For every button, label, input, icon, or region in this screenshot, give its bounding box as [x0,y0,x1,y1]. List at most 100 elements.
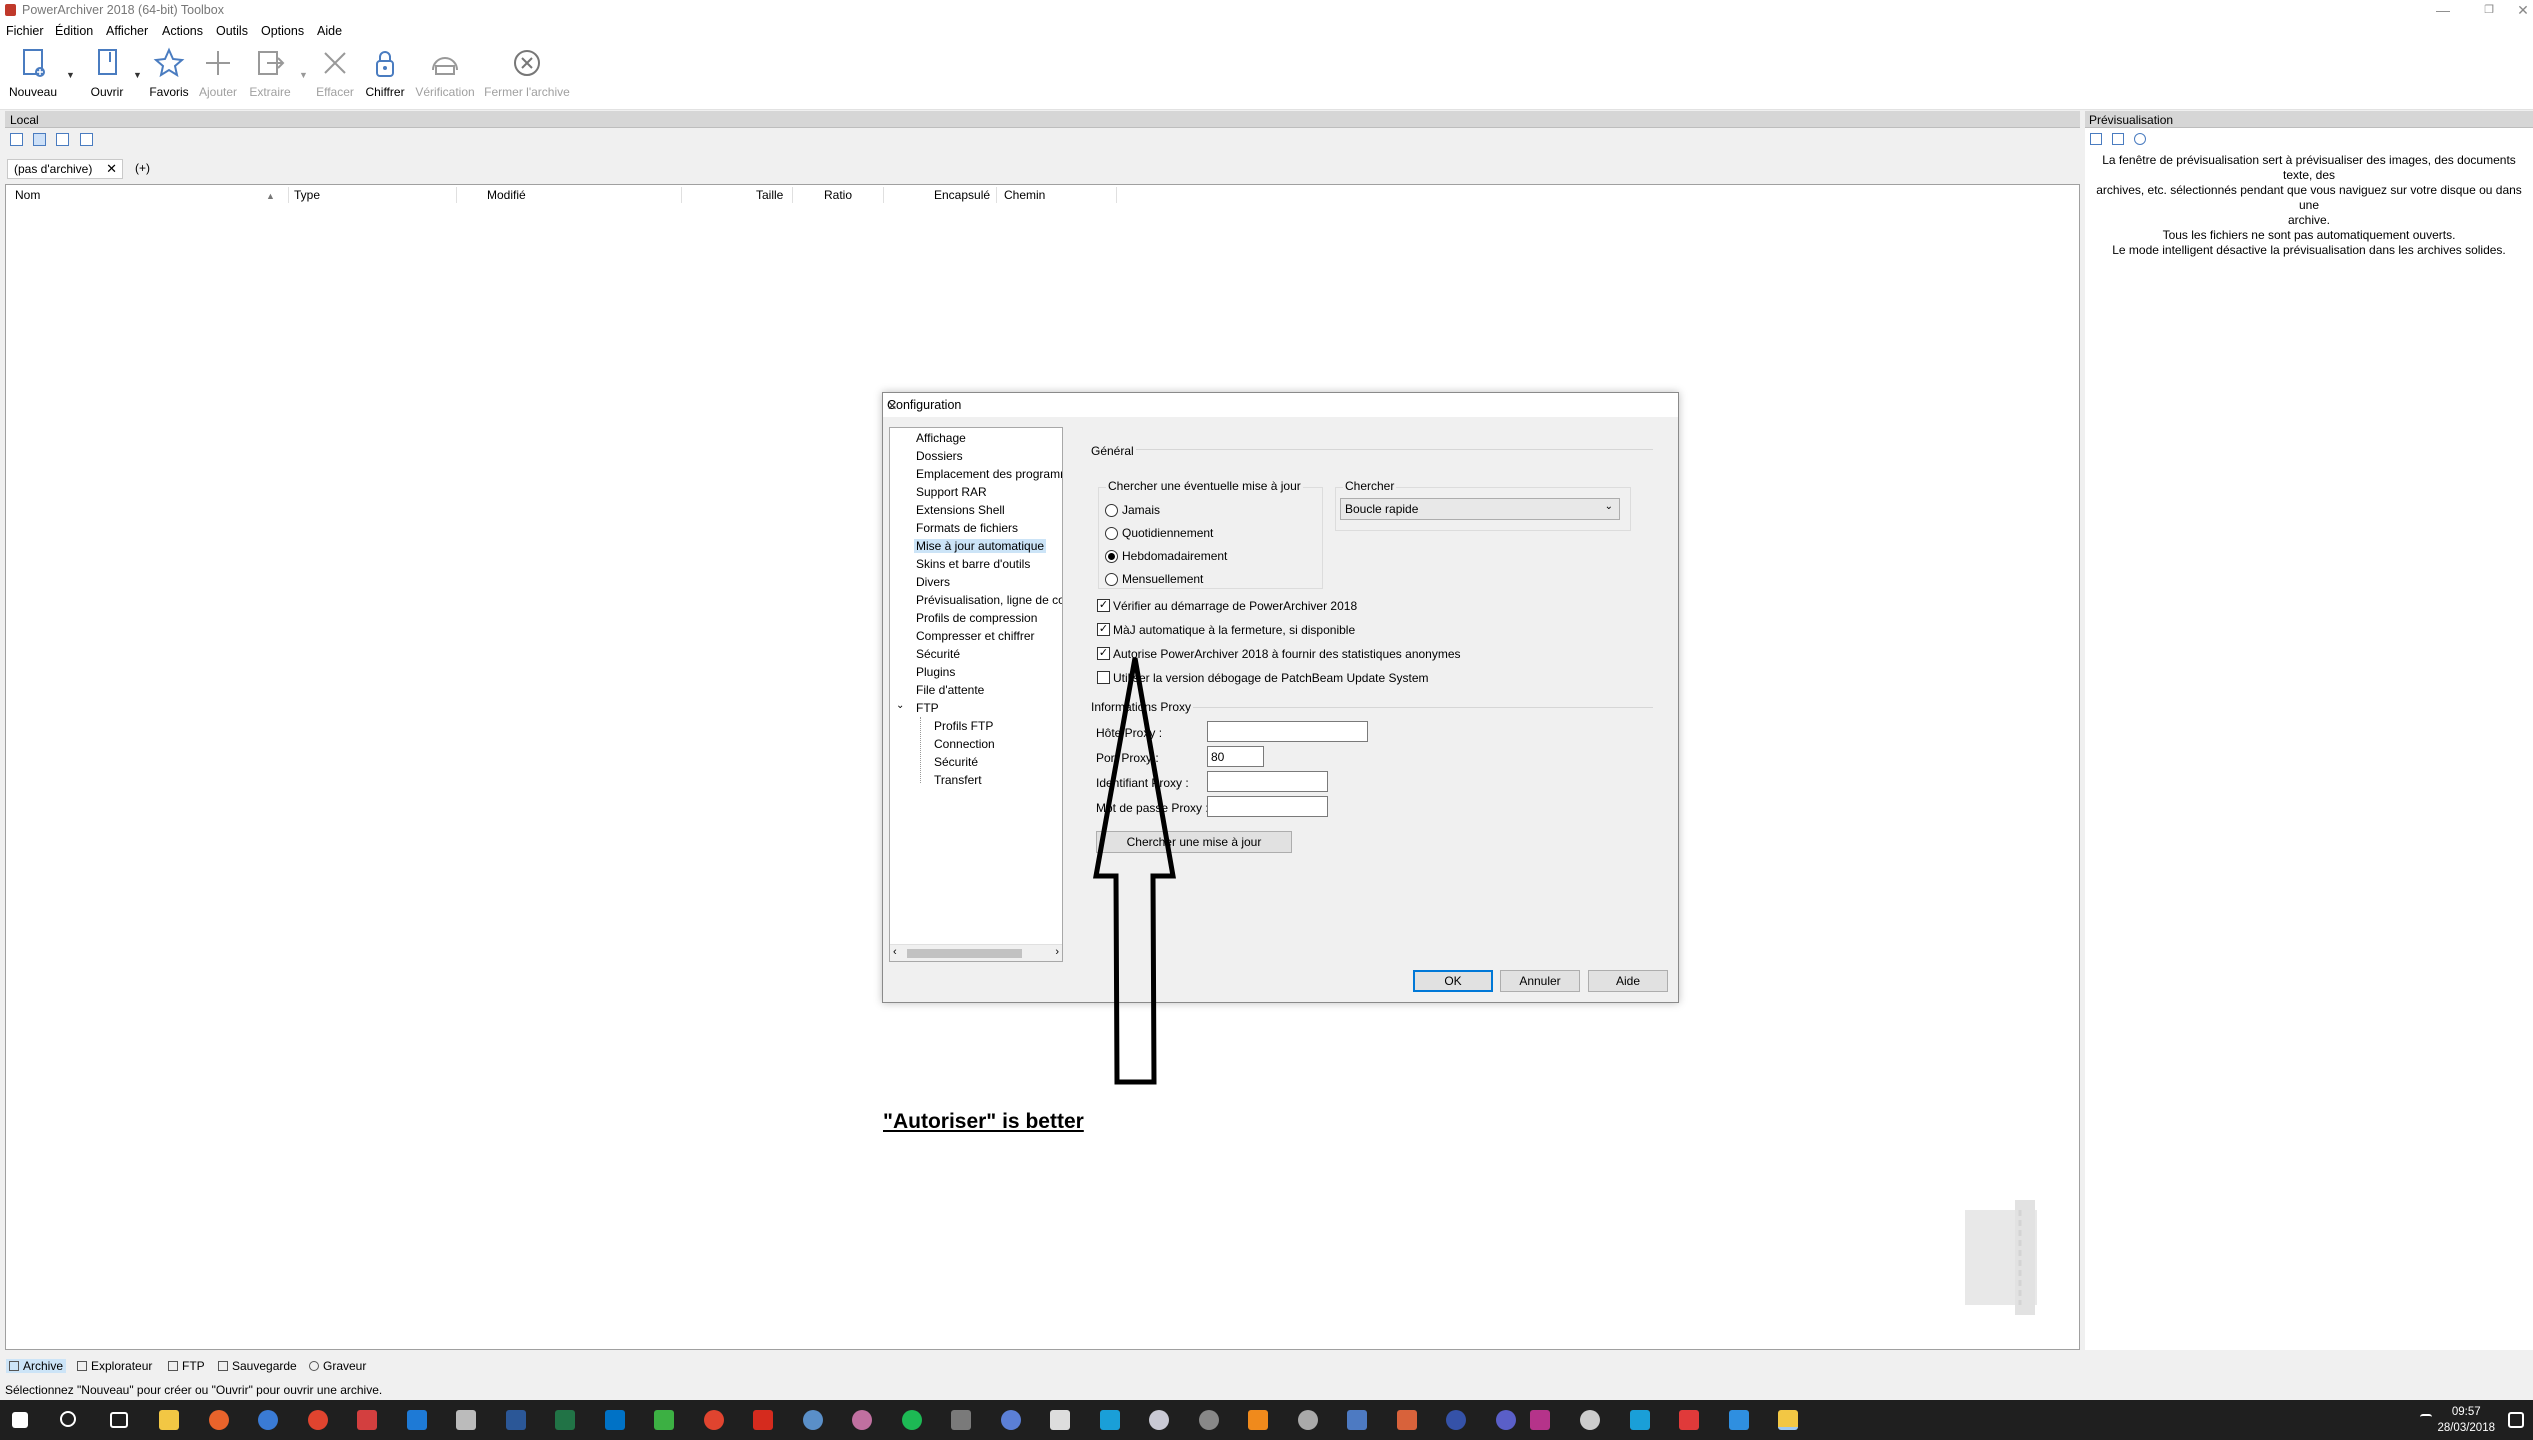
minimize-button[interactable]: — [2420,1,2466,19]
thumbnail-view-icon[interactable] [56,133,69,146]
tab-burner[interactable]: Graveur [309,1359,366,1373]
column-header-type[interactable]: Type [294,188,320,202]
powerarchiver-taskbar-icon[interactable] [1778,1410,1798,1430]
proxy-password-input[interactable] [1207,796,1328,817]
close-window-button[interactable]: ✕ [2500,1,2533,19]
checkbox-check-on-startup[interactable]: ✓ [1097,599,1110,612]
edge-icon[interactable] [407,1410,427,1430]
app-pinwheel-icon[interactable] [1679,1410,1699,1430]
app-red-icon[interactable] [704,1410,724,1430]
tree-item-divers[interactable]: Divers [916,575,950,589]
add-button[interactable]: Ajouter [194,46,242,99]
tree-item-plugins[interactable]: Plugins [916,665,955,679]
app-navy-icon[interactable] [1446,1410,1466,1430]
checkbox-auto-update-on-close[interactable]: ✓ [1097,623,1110,636]
app-lock-icon[interactable] [1496,1410,1516,1430]
radio-daily[interactable] [1105,527,1118,540]
vlc-icon[interactable] [1248,1410,1268,1430]
tree-item-extensions-shell[interactable]: Extensions Shell [916,503,1005,517]
thunderbird-icon[interactable] [258,1410,278,1430]
tree-item-ftp-security[interactable]: Sécurité [934,755,978,769]
column-header-path[interactable]: Chemin [1004,188,1045,202]
scroll-left-icon[interactable]: ‹ [893,946,897,958]
column-header-ratio[interactable]: Ratio [824,188,852,202]
app-wheel-icon[interactable] [1580,1410,1600,1430]
tray-chevron-up-icon[interactable] [2420,1414,2432,1424]
preview-text-icon[interactable] [2090,133,2102,145]
cancel-button[interactable]: Annuler [1500,970,1580,992]
tab-ftp[interactable]: FTP [168,1359,205,1373]
radio-monthly[interactable] [1105,573,1118,586]
chrome-icon[interactable] [308,1410,328,1430]
ok-button[interactable]: OK [1413,970,1493,992]
preview-settings-icon[interactable] [2112,133,2124,145]
scrollbar-thumb[interactable] [907,949,1022,958]
menu-aide[interactable]: Aide [317,24,342,38]
help-button[interactable]: Aide [1588,970,1668,992]
open-dropdown-caret[interactable]: ▼ [133,70,142,80]
tree-item-securite[interactable]: Sécurité [916,647,960,661]
verify-button[interactable]: Vérification [412,46,478,99]
store-icon[interactable] [456,1410,476,1430]
tree-horizontal-scrollbar[interactable]: ‹ › [890,944,1062,961]
app-blue-icon[interactable] [1347,1410,1367,1430]
tree-item-ftp-profiles[interactable]: Profils FTP [934,719,993,733]
app-disc-icon[interactable] [1149,1410,1169,1430]
windows-start-icon[interactable] [12,1412,28,1428]
tree-item-support-rar[interactable]: Support RAR [916,485,987,499]
excel-icon[interactable] [555,1410,575,1430]
acrobat-icon[interactable] [753,1410,773,1430]
add-tab-button[interactable]: (+) [129,159,156,179]
tree-item-compression-profiles[interactable]: Profils de compression [916,611,1037,625]
column-header-modified[interactable]: Modifié [487,188,526,202]
search-icon[interactable] [60,1411,76,1427]
tree-item-ftp-transfer[interactable]: Transfert [934,773,982,787]
proxy-host-input[interactable] [1207,721,1368,742]
preview-help-icon[interactable] [2134,133,2146,145]
details-view-icon[interactable] [33,133,46,146]
tree-item-previsualisation[interactable]: Prévisualisation, ligne de commande [916,593,1062,607]
column-header-size[interactable]: Taille [756,188,783,202]
app-person-icon[interactable] [1050,1410,1070,1430]
menu-edition[interactable]: Édition [55,24,93,38]
app-window-icon[interactable] [1630,1410,1650,1430]
outlook-icon[interactable] [605,1410,625,1430]
delete-button[interactable]: Effacer [311,46,359,99]
task-view-icon[interactable] [110,1412,128,1428]
tree-item-ftp-connection[interactable]: Connection [934,737,995,751]
tab-archive[interactable]: Archive [6,1359,67,1373]
app-tools-icon[interactable] [1397,1410,1417,1430]
itunes-icon[interactable] [852,1410,872,1430]
proxy-port-input[interactable] [1207,746,1264,767]
tree-item-ftp[interactable]: FTP [916,701,939,715]
file-explorer-icon[interactable] [159,1410,179,1430]
teamviewer-icon[interactable] [1729,1410,1749,1430]
system-clock[interactable]: 09:57 28/03/2018 [2437,1404,2495,1436]
app-gear-icon[interactable] [1199,1410,1219,1430]
spotify-icon[interactable] [902,1410,922,1430]
tab-backup[interactable]: Sauvegarde [218,1359,297,1373]
tree-item-skins[interactable]: Skins et barre d'outils [916,557,1030,571]
app-ab-icon[interactable] [1001,1410,1021,1430]
app-64-icon[interactable] [654,1410,674,1430]
settings-tree[interactable]: Affichage Dossiers Emplacement des progr… [889,427,1063,962]
menu-fichier[interactable]: Fichier [6,24,44,38]
tree-item-affichage[interactable]: Affichage [916,431,966,445]
encrypt-button[interactable]: Chiffrer [361,46,409,99]
tree-item-formats[interactable]: Formats de fichiers [916,521,1018,535]
chevron-down-icon[interactable]: ⌄ [896,700,904,711]
open-button[interactable]: Ouvrir [82,46,132,99]
tab-no-archive[interactable]: (pas d'archive) ✕ [7,159,123,179]
tree-item-emplacement[interactable]: Emplacement des programmes [916,467,1062,481]
tree-item-compress-encrypt[interactable]: Compresser et chiffrer [916,629,1034,643]
new-dropdown-caret[interactable]: ▼ [66,70,75,80]
menu-actions[interactable]: Actions [162,24,203,38]
app-cyan-icon[interactable] [1100,1410,1120,1430]
word-icon[interactable] [506,1410,526,1430]
dialog-close-button[interactable]: ✕ [887,398,1672,413]
tree-item-dossiers[interactable]: Dossiers [916,449,963,463]
extract-button[interactable]: Extraire [246,46,294,99]
search-mode-select[interactable]: Boucle rapide ⌄ [1340,498,1620,520]
app-globe-icon[interactable] [803,1410,823,1430]
radio-weekly[interactable] [1105,550,1118,563]
